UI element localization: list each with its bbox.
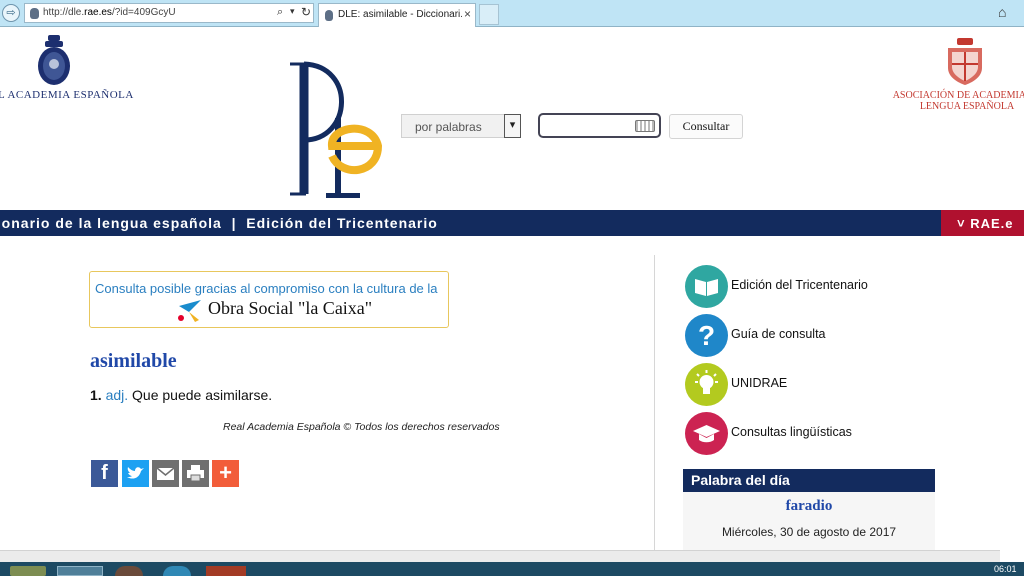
word-of-day-title: Palabra del día	[691, 472, 790, 488]
search-mode-select[interactable]: por palabras ▾	[401, 114, 521, 138]
rae-seal-logo[interactable]	[36, 34, 72, 86]
open-book-shape	[695, 279, 718, 296]
twitter-share-icon[interactable]	[122, 460, 149, 487]
chevron-down-icon[interactable]: ▾	[504, 114, 521, 138]
print-share-icon[interactable]	[182, 460, 209, 487]
tab-close-icon[interactable]: ×	[464, 7, 471, 21]
forward-arrow-icon[interactable]: ⇨	[2, 4, 20, 22]
taskbar-clock[interactable]: 06:01	[994, 564, 1017, 574]
rae-name[interactable]: L ACADEMIA ESPAÑOLA	[0, 89, 134, 101]
search-mode-label: por palabras	[415, 120, 482, 134]
word-of-day-date: Miércoles, 30 de agosto de 2017	[721, 525, 897, 539]
copyright-notice: Real Academia Española © Todos los derec…	[223, 421, 500, 433]
search-icon[interactable]: ⌕	[277, 6, 283, 19]
taskbar-skype-icon[interactable]	[163, 566, 191, 576]
dropdown-arrow-icon[interactable]: ▾	[290, 6, 295, 17]
taskbar-chrome-icon[interactable]	[115, 566, 143, 576]
sponsor-brand: Obra Social "la Caixa"	[208, 298, 373, 318]
definition-number: 1.	[90, 387, 102, 403]
dle-logo[interactable]	[286, 60, 382, 198]
home-icon[interactable]: ⌂	[998, 4, 1006, 20]
consultar-button[interactable]: Consultar	[669, 114, 743, 139]
definition-text: Que puede asimilarse.	[132, 387, 273, 403]
taskbar-ie-icon[interactable]	[57, 566, 103, 576]
lightbulb-shape	[695, 370, 718, 394]
taskbar-office-icon[interactable]	[206, 566, 246, 576]
url-text[interactable]: http://dle.rae.es/?id=409GcyU	[43, 7, 176, 18]
word-of-day-header: Palabra del día	[683, 469, 935, 492]
refresh-icon[interactable]: ↻	[301, 5, 311, 19]
taskbar: 06:01	[0, 562, 1024, 576]
asale-name-line1: ASOCIACIÓN DE ACADEMIAS D	[892, 90, 1024, 101]
rae-menu-tab[interactable]: ˅ RAE.e	[941, 210, 1024, 236]
side-link-guia[interactable]: Guía de consulta	[731, 327, 826, 341]
lightbulb-icon[interactable]	[685, 363, 728, 406]
column-divider	[654, 255, 655, 550]
side-link-unidrae[interactable]: UNIDRAE	[731, 376, 787, 390]
horizontal-scrollbar[interactable]	[0, 550, 1000, 562]
address-bar[interactable]: http://dle.rae.es/?id=409GcyU ⌕ ▾ ↻	[24, 3, 314, 23]
keyboard-icon[interactable]	[635, 120, 655, 132]
question-icon[interactable]: ?	[685, 314, 728, 357]
url-domain: rae.es	[84, 7, 112, 18]
lacaixa-star-icon	[178, 300, 201, 322]
printer-icon	[187, 465, 204, 482]
taskbar-folder-icon[interactable]	[10, 566, 46, 576]
envelope-icon	[156, 467, 175, 480]
page: ⇨ http://dle.rae.es/?id=409GcyU ⌕ ▾ ↻ DL…	[0, 0, 1024, 576]
asale-crest-logo[interactable]	[942, 38, 988, 86]
search-input[interactable]	[538, 113, 661, 138]
new-tab-button[interactable]	[479, 4, 499, 25]
band-title: cionario de la lengua española | Edición…	[0, 215, 438, 231]
adjective-abbr-link[interactable]: adj.	[106, 387, 129, 403]
asale-name-line2: LENGUA ESPAÑOLA	[919, 101, 1015, 112]
book-icon[interactable]	[685, 265, 728, 308]
tab-favicon-icon	[325, 10, 333, 21]
site-shield-icon	[30, 8, 39, 19]
side-link-edicion[interactable]: Edición del Tricentenario	[731, 278, 868, 292]
rae-menu-label: ˅ RAE.e	[957, 216, 1014, 231]
title-band: cionario de la lengua española | Edición…	[0, 210, 1024, 236]
url-prefix: http://dle.	[43, 7, 85, 18]
twitter-bird-icon	[127, 467, 144, 479]
entry-title: asimilable	[90, 350, 177, 372]
tab-dle-asimilable[interactable]: DLE: asimilable - Diccionari... ×	[318, 3, 476, 27]
sponsor-banner[interactable]: Consulta posible gracias al compromiso c…	[89, 271, 449, 328]
url-suffix: /?id=409GcyU	[111, 7, 176, 18]
email-share-icon[interactable]	[152, 460, 179, 487]
more-share-icon[interactable]: +	[212, 460, 239, 487]
definition: 1. adj. Que puede asimilarse.	[90, 387, 272, 403]
browser-toolbar: ⇨ http://dle.rae.es/?id=409GcyU ⌕ ▾ ↻ DL…	[0, 0, 1024, 27]
asale-name[interactable]: ASOCIACIÓN DE ACADEMIAS D LENGUA ESPAÑOL…	[882, 90, 1024, 112]
graduation-cap-shape	[693, 425, 720, 443]
graduation-cap-icon[interactable]	[685, 412, 728, 455]
sponsor-text: Consulta posible gracias al compromiso c…	[95, 281, 438, 296]
facebook-share-icon[interactable]: f	[91, 460, 118, 487]
word-of-day-word[interactable]: faradio	[683, 498, 935, 515]
word-of-day-box: faradio Miércoles, 30 de agosto de 2017	[683, 492, 935, 550]
tab-title: DLE: asimilable - Diccionari...	[338, 9, 462, 20]
side-link-consultas[interactable]: Consultas lingüísticas	[731, 425, 852, 439]
